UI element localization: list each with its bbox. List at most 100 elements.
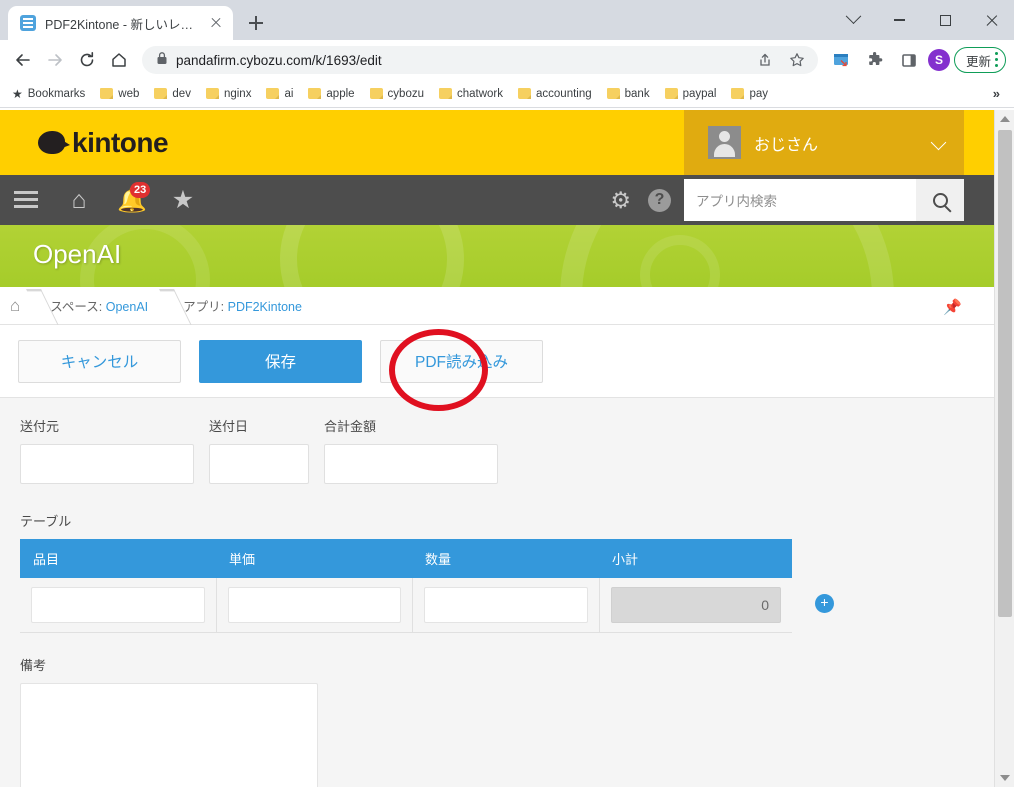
folder-icon <box>664 88 678 99</box>
profile-avatar[interactable]: S <box>927 49 950 71</box>
breadcrumb-app[interactable]: アプリ: PDF2Kintone <box>174 296 311 315</box>
url-text: pandafirm.cybozu.com/k/1693/edit <box>176 52 382 68</box>
breadcrumb-app-link[interactable]: PDF2Kintone <box>228 300 302 314</box>
chevron-down-icon[interactable] <box>830 0 876 40</box>
save-button[interactable]: 保存 <box>199 339 362 383</box>
home-icon[interactable] <box>104 45 134 75</box>
close-icon[interactable] <box>968 0 1014 40</box>
field-sender: 送付元 <box>20 416 194 484</box>
scroll-down-arrow-icon[interactable] <box>1000 775 1010 781</box>
bookmark-folder-web[interactable]: web <box>94 85 145 103</box>
record-action-bar: キャンセル 保存 PDF読み込み <box>0 325 994 411</box>
search-input[interactable]: アプリ内検索 <box>684 179 916 221</box>
column-header-quantity: 数量 <box>412 539 599 578</box>
bookmark-label: ai <box>284 87 294 100</box>
browser-toolbar: pandafirm.cybozu.com/k/1693/edit S 更新 <box>0 40 1014 80</box>
reload-icon[interactable] <box>72 45 102 75</box>
space-title: OpenAI <box>33 239 122 269</box>
star-icon[interactable]: ★ <box>169 186 197 214</box>
browser-window: PDF2Kintone - 新しいレコード pandafirm <box>0 0 1014 787</box>
lock-icon <box>156 51 168 70</box>
bookmark-folder-nginx[interactable]: nginx <box>200 85 258 103</box>
bookmark-label: bank <box>624 87 650 100</box>
search-placeholder: アプリ内検索 <box>696 194 777 209</box>
share-icon[interactable] <box>750 45 780 75</box>
plus-icon[interactable] <box>242 9 270 37</box>
user-menu[interactable]: おじさん <box>684 110 964 175</box>
quantity-input[interactable] <box>423 587 588 623</box>
extensions-puzzle-icon[interactable] <box>860 45 890 75</box>
bookmark-folder-accounting[interactable]: accounting <box>512 85 598 103</box>
toolbar-right-group: S 更新 <box>826 45 1006 75</box>
side-panel-icon[interactable] <box>894 45 924 75</box>
address-bar[interactable]: pandafirm.cybozu.com/k/1693/edit <box>142 46 818 74</box>
bookmark-label: pay <box>749 87 769 100</box>
bookmark-folder-bank[interactable]: bank <box>601 85 656 103</box>
bookmark-folder-chatwork[interactable]: chatwork <box>433 85 509 103</box>
bookmarks-root[interactable]: ★ Bookmarks <box>6 84 91 104</box>
reading-list-icon[interactable] <box>826 45 856 75</box>
bookmark-folder-paypal[interactable]: paypal <box>659 85 723 103</box>
bookmark-folder-dev[interactable]: dev <box>148 85 197 103</box>
kintone-page: kintone おじさん ⌂ 🔔 23 ★ ⚙ ? アプリ内検索 OpenAI … <box>0 110 994 787</box>
bookmark-label: apple <box>326 87 355 100</box>
home-icon[interactable]: ⌂ <box>65 186 93 214</box>
breadcrumb-space[interactable]: スペース: OpenAI <box>41 296 157 315</box>
notes-textarea[interactable] <box>20 683 318 787</box>
bookmarks-overflow-button[interactable]: » <box>993 86 1008 101</box>
scroll-up-arrow-icon[interactable] <box>1000 116 1010 122</box>
update-button[interactable]: 更新 <box>953 47 1006 73</box>
help-icon[interactable]: ? <box>648 188 671 212</box>
magnifier-icon <box>932 192 948 208</box>
unit-price-input[interactable] <box>227 587 401 623</box>
send-date-input[interactable] <box>209 444 309 484</box>
star-outline-icon[interactable] <box>782 45 812 75</box>
folder-icon <box>606 88 620 99</box>
bell-icon[interactable]: 🔔 23 <box>117 182 151 214</box>
kebab-menu-icon[interactable] <box>995 52 999 68</box>
breadcrumb-separator <box>26 287 39 324</box>
bookmark-folder-pay[interactable]: pay <box>725 85 774 103</box>
bookmark-folder-cybozu[interactable]: cybozu <box>364 85 430 103</box>
close-icon[interactable] <box>207 14 225 32</box>
cancel-button[interactable]: キャンセル <box>18 339 181 383</box>
hamburger-menu-icon[interactable] <box>13 186 41 214</box>
maximize-icon[interactable] <box>922 0 968 40</box>
kintone-favicon <box>20 15 36 31</box>
minimize-icon[interactable] <box>876 0 922 40</box>
tab-title: PDF2Kintone - 新しいレコード <box>45 17 198 32</box>
page-scrollbar[interactable] <box>994 110 1014 787</box>
table-header-row: 品目 単価 数量 小計 <box>20 539 792 578</box>
folder-icon <box>154 88 168 99</box>
total-amount-input[interactable] <box>324 444 498 484</box>
kintone-header: kintone おじさん <box>0 110 994 175</box>
bookmark-folder-apple[interactable]: apple <box>302 85 360 103</box>
add-row-button[interactable]: + <box>815 594 834 613</box>
browser-tab[interactable]: PDF2Kintone - 新しいレコード <box>8 6 233 40</box>
table-section: テーブル 品目 単価 数量 小計 0 + <box>0 484 994 633</box>
kintone-logo[interactable]: kintone <box>38 127 169 159</box>
bookmark-folder-ai[interactable]: ai <box>260 85 299 103</box>
subtable: 品目 単価 数量 小計 0 <box>20 539 792 633</box>
search-button[interactable] <box>916 179 964 221</box>
forward-arrow-icon <box>40 45 70 75</box>
bookmark-label: dev <box>172 87 191 100</box>
chevron-down-icon[interactable] <box>930 134 947 151</box>
breadcrumb: ⌂ スペース: OpenAI アプリ: PDF2Kintone 📌 <box>0 287 994 325</box>
folder-icon <box>266 88 280 99</box>
notes-section: 備考 <box>0 633 994 787</box>
update-button-label: 更新 <box>965 54 991 69</box>
field-label: 送付日 <box>209 419 249 434</box>
gear-icon[interactable]: ⚙ <box>610 187 631 214</box>
bookmarks-root-label: Bookmarks <box>27 87 86 100</box>
pin-icon[interactable]: 📌 <box>943 298 962 316</box>
folder-icon <box>518 88 532 99</box>
back-arrow-icon[interactable] <box>8 45 38 75</box>
sender-input[interactable] <box>20 444 194 484</box>
folder-icon <box>205 88 219 99</box>
home-icon[interactable]: ⌂ <box>10 296 20 316</box>
item-input[interactable] <box>31 587 205 623</box>
scrollbar-thumb[interactable] <box>998 130 1012 617</box>
breadcrumb-space-link[interactable]: OpenAI <box>106 300 148 314</box>
annotation-circle <box>389 329 488 411</box>
